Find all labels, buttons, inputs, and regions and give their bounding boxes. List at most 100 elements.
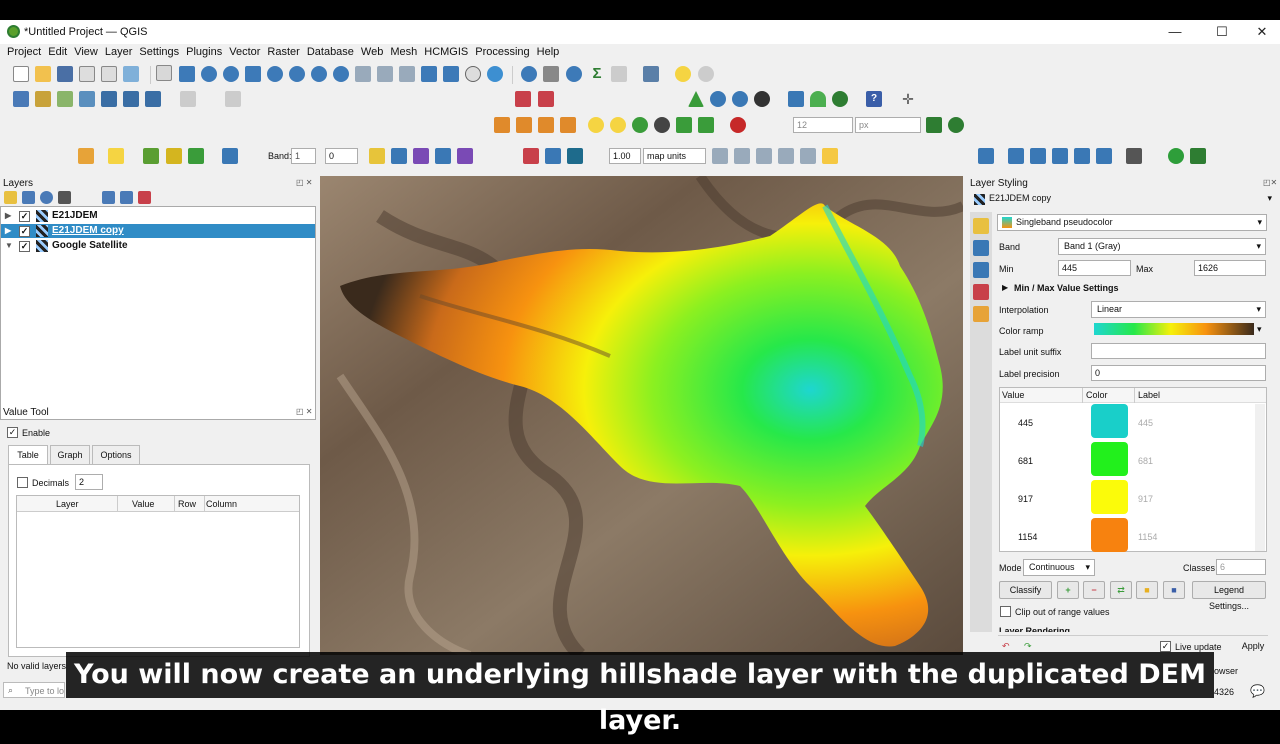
- topology-icon[interactable]: [926, 117, 942, 133]
- minmax-section-header[interactable]: Min / Max Value Settings: [1014, 283, 1119, 293]
- add-wms-icon[interactable]: [123, 91, 139, 107]
- max-input[interactable]: 1626: [1194, 260, 1266, 276]
- add-class-icon[interactable]: +: [1057, 581, 1079, 599]
- maximize-button[interactable]: ☐: [1207, 23, 1237, 41]
- grid-tool-3-icon[interactable]: [756, 148, 772, 164]
- plugin-gear-icon[interactable]: [698, 66, 714, 82]
- label-unit-suffix-input[interactable]: [1091, 343, 1266, 359]
- tab-options[interactable]: Options: [92, 445, 140, 464]
- chart-bars-3-icon[interactable]: [538, 117, 554, 133]
- section-expand-icon[interactable]: ▶: [1002, 283, 1008, 292]
- layer-row-google-satellite[interactable]: ▼ ✓ Google Satellite: [1, 239, 315, 253]
- column-row[interactable]: Row: [178, 499, 196, 509]
- line-width-input[interactable]: 1.00: [609, 148, 641, 164]
- cube-yellow-icon[interactable]: [166, 148, 182, 164]
- pixel-pick-icon[interactable]: [545, 148, 561, 164]
- triangle-tool-icon[interactable]: [688, 91, 704, 107]
- tab-graph[interactable]: Graph: [50, 445, 90, 464]
- label-rotate-icon[interactable]: [698, 117, 714, 133]
- classes-spinbox[interactable]: 6: [1216, 559, 1266, 575]
- plugin-python-icon[interactable]: [788, 91, 804, 107]
- classify-button[interactable]: Classify: [999, 581, 1052, 599]
- draw-line-icon[interactable]: [369, 148, 385, 164]
- pan-to-selection-icon[interactable]: [179, 66, 195, 82]
- car-icon[interactable]: [754, 91, 770, 107]
- graph-icon[interactable]: [435, 148, 451, 164]
- transparency-tab-icon[interactable]: [973, 240, 989, 256]
- zoom-last-icon[interactable]: [333, 66, 349, 82]
- load-folder-icon[interactable]: ■: [1136, 581, 1158, 599]
- mode-select[interactable]: Continuous: [1023, 559, 1095, 576]
- grid-tool-2-icon[interactable]: [734, 148, 750, 164]
- layer-visibility-checkbox[interactable]: ✓: [19, 211, 30, 222]
- reverse-icon[interactable]: ⇄: [1110, 581, 1132, 599]
- refresh-icon[interactable]: [487, 66, 503, 82]
- globe-icon[interactable]: [710, 91, 726, 107]
- decimals-spinbox[interactable]: 2: [75, 474, 103, 490]
- class-color-swatch[interactable]: [1091, 518, 1128, 552]
- expand-arrow-icon[interactable]: ▶: [5, 224, 11, 238]
- style-manager-icon[interactable]: [123, 66, 139, 82]
- add-raster-icon[interactable]: [79, 91, 95, 107]
- magnet-icon[interactable]: [730, 117, 746, 133]
- text-cursor-icon[interactable]: [1008, 148, 1024, 164]
- new-geopackage-icon[interactable]: [35, 91, 51, 107]
- text-format-icon[interactable]: [1126, 148, 1142, 164]
- menu-help[interactable]: Help: [534, 44, 563, 61]
- layer-row-e21jdem[interactable]: ▶ ✓ E21JDEM: [1, 209, 315, 223]
- add-wfs-icon[interactable]: [145, 91, 161, 107]
- change-label-icon[interactable]: [1096, 148, 1112, 164]
- measure-icon[interactable]: [611, 66, 627, 82]
- pencil-icon[interactable]: [413, 148, 429, 164]
- crosshair-icon[interactable]: ✛: [900, 91, 916, 107]
- chart-bars-icon[interactable]: [494, 117, 510, 133]
- add-mesh-icon[interactable]: [101, 91, 117, 107]
- band-select[interactable]: 1: [291, 148, 316, 164]
- move-label-icon[interactable]: [1074, 148, 1090, 164]
- map-tips-icon[interactable]: [675, 66, 691, 82]
- band-select[interactable]: Band 1 (Gray): [1058, 238, 1266, 255]
- label-move-icon[interactable]: [676, 117, 692, 133]
- georef-icon[interactable]: [222, 148, 238, 164]
- locator-bar[interactable]: ⌕ Type to lo: [3, 682, 65, 698]
- class-label[interactable]: 445: [1138, 418, 1153, 428]
- min-input[interactable]: 445: [1058, 260, 1131, 276]
- class-label[interactable]: 1154: [1138, 532, 1157, 542]
- pan-map-icon[interactable]: [156, 65, 172, 81]
- color-ramp-button[interactable]: [1094, 323, 1254, 335]
- layer-visibility-checkbox[interactable]: ✓: [19, 241, 30, 252]
- menu-layer[interactable]: Layer: [102, 44, 136, 61]
- column-label[interactable]: Label: [1138, 390, 1160, 400]
- statistics-sigma-icon[interactable]: Σ: [589, 66, 605, 82]
- zoom-full-icon[interactable]: [245, 66, 261, 82]
- class-table-scrollbar[interactable]: [1255, 404, 1265, 551]
- menu-mesh[interactable]: Mesh: [387, 44, 420, 61]
- legend-settings-button[interactable]: Legend Settings...: [1192, 581, 1266, 611]
- class-color-swatch[interactable]: [1091, 480, 1128, 514]
- temporal-icon[interactable]: [465, 66, 481, 82]
- class-label[interactable]: 917: [1138, 494, 1153, 504]
- column-layer[interactable]: Layer: [56, 499, 79, 509]
- zoom-native-icon[interactable]: [311, 66, 327, 82]
- grid-tool-icon[interactable]: [712, 148, 728, 164]
- layer-row-e21jdem-copy[interactable]: ▶ ✓ E21JDEM copy: [1, 224, 315, 238]
- collapse-all-icon[interactable]: [120, 191, 133, 204]
- label-hide-icon[interactable]: [654, 117, 670, 133]
- cube-icon[interactable]: [143, 148, 159, 164]
- label-show-icon[interactable]: [632, 117, 648, 133]
- column-value[interactable]: Value: [132, 499, 154, 509]
- undo-icon[interactable]: ↶: [1002, 641, 1010, 652]
- apply-button[interactable]: Apply: [1231, 638, 1275, 656]
- layer-rendering-section[interactable]: Layer Rendering: [999, 626, 1070, 632]
- class-color-swatch[interactable]: [1091, 442, 1128, 476]
- units-select[interactable]: map units: [643, 148, 706, 164]
- messages-icon[interactable]: 💬: [1250, 684, 1265, 698]
- band-opacity-input[interactable]: 0: [325, 148, 358, 164]
- raster-calc-icon[interactable]: [78, 148, 94, 164]
- menu-processing[interactable]: Processing: [472, 44, 532, 61]
- grid-tool-4-icon[interactable]: [778, 148, 794, 164]
- show-bookmarks-icon[interactable]: [443, 66, 459, 82]
- class-value[interactable]: 917: [1018, 494, 1033, 504]
- tools-icon[interactable]: [188, 148, 204, 164]
- pixel-select-icon[interactable]: [523, 148, 539, 164]
